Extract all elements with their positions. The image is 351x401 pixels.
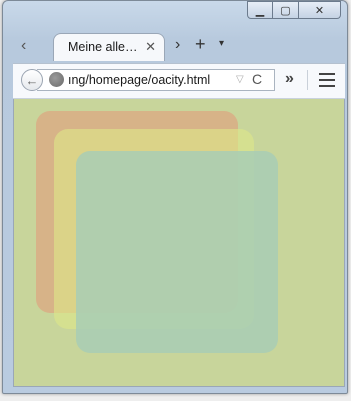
minimize-button[interactable]: ▁ <box>247 1 273 19</box>
tab-close-icon[interactable]: ✕ <box>145 39 156 55</box>
tab-scroll-back-icon[interactable]: ‹ <box>21 37 26 55</box>
hamburger-menu-icon[interactable] <box>319 73 335 87</box>
globe-icon[interactable] <box>49 72 64 87</box>
toolbar-separator <box>307 70 308 90</box>
url-text[interactable]: ıng/homepage/oacity.html <box>68 73 210 87</box>
tab-strip: ‹ Meine alle… ✕ › + ▾ <box>13 31 343 63</box>
browser-window: ▁ ▢ ✕ ‹ Meine alle… ✕ › + ▾ ıng/homepage… <box>2 0 348 394</box>
back-arrow-icon: ← <box>25 72 39 88</box>
tab-active[interactable]: Meine alle… ✕ <box>53 33 165 61</box>
reload-icon[interactable]: C <box>252 71 262 87</box>
new-tab-button[interactable]: + <box>195 34 206 55</box>
tab-scroll-forward-icon[interactable]: › <box>175 36 180 54</box>
navigation-toolbar: ıng/homepage/oacity.html ▽ C ← » <box>13 63 345 99</box>
page-content <box>13 99 345 387</box>
url-bar[interactable]: ıng/homepage/oacity.html ▽ C <box>37 69 275 91</box>
url-history-dropdown-icon[interactable]: ▽ <box>236 74 244 85</box>
list-all-tabs-icon[interactable]: ▾ <box>219 38 224 49</box>
close-window-button[interactable]: ✕ <box>299 1 341 19</box>
back-button[interactable]: ← <box>21 69 43 91</box>
blue-box <box>76 151 278 353</box>
window-controls: ▁ ▢ ✕ <box>247 1 341 19</box>
toolbar-overflow-button[interactable]: » <box>285 70 294 88</box>
maximize-button[interactable]: ▢ <box>273 1 299 19</box>
desktop: ▁ ▢ ✕ ‹ Meine alle… ✕ › + ▾ ıng/homepage… <box>0 0 351 401</box>
tab-title: Meine alle… <box>68 40 138 54</box>
